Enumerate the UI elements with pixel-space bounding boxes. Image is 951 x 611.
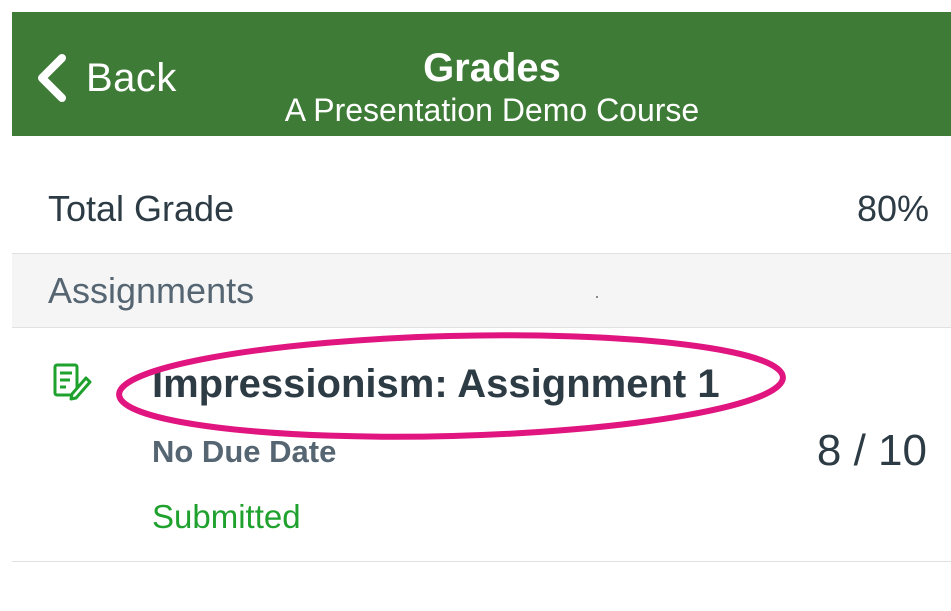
- course-subtitle: A Presentation Demo Course: [284, 92, 700, 128]
- assignment-edit-icon: [53, 363, 92, 401]
- assignment-row[interactable]: Impressionism: Assignment 1 No Due Date …: [12, 328, 951, 562]
- assignment-title[interactable]: Impressionism: Assignment 1: [152, 362, 720, 407]
- nav-titles: Grades A Presentation Demo Course: [212, 46, 772, 130]
- top-margin: [0, 0, 951, 12]
- stray-dot: [596, 296, 598, 298]
- total-grade-row: Total Grade 80%: [12, 136, 951, 254]
- chevron-left-icon: [38, 54, 66, 102]
- assignment-score: 8 / 10: [816, 426, 927, 475]
- back-label: Back: [86, 55, 177, 100]
- page-title: Grades: [423, 46, 561, 90]
- assignment-status: Submitted: [152, 498, 301, 535]
- section-label: Assignments: [48, 270, 255, 311]
- total-grade-value: 80%: [856, 188, 929, 229]
- total-grade-label: Total Grade: [48, 188, 235, 229]
- assignment-due-date: No Due Date: [152, 434, 337, 469]
- back-button[interactable]: Back: [32, 48, 177, 108]
- navigation-bar: Back Grades A Presentation Demo Course: [12, 12, 951, 136]
- assignments-section-header: Assignments: [12, 254, 951, 328]
- grades-screen: Back Grades A Presentation Demo Course T…: [0, 0, 951, 611]
